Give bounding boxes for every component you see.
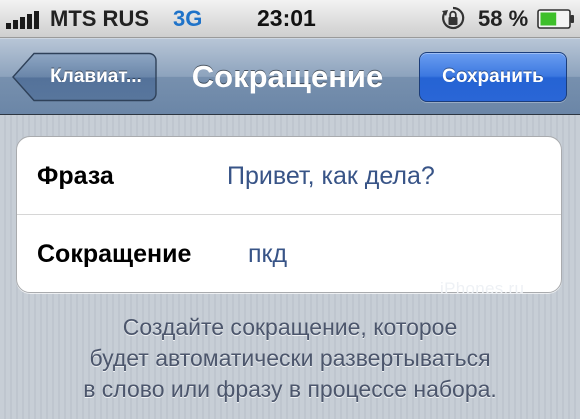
signal-icon: [6, 11, 39, 29]
phrase-label: Фраза: [37, 162, 114, 190]
shortcut-label: Сокращение: [37, 240, 192, 268]
back-button-label: Клавиат...: [50, 66, 142, 87]
watermark: iPhones.ru: [440, 279, 525, 298]
orientation-lock-icon: [442, 6, 465, 30]
back-button[interactable]: Клавиат...: [12, 52, 157, 102]
carrier-name: MTS RUS: [50, 6, 149, 31]
shortcut-field[interactable]: пкд: [248, 215, 287, 292]
battery-level-fill: [540, 12, 557, 26]
battery-icon: [537, 9, 574, 29]
network-type: 3G: [173, 6, 203, 31]
footer-description: Создайте сокращение, которое будет автом…: [20, 312, 560, 405]
status-bar: MTS RUS 3G 23:01 58 %: [0, 0, 580, 38]
shortcut-form: Фраза Привет, как дела? Сокращение пкд: [16, 136, 562, 293]
save-button[interactable]: Сохранить: [419, 52, 567, 102]
battery-percentage: 58 %: [478, 6, 529, 31]
phrase-field[interactable]: Привет, как дела?: [227, 137, 435, 215]
phrase-row[interactable]: Фраза Привет, как дела?: [17, 137, 561, 215]
footer-line: Создайте сокращение, которое: [122, 314, 458, 340]
clock: 23:01: [257, 5, 316, 31]
navigation-bar: Клавиат... Сокращение Сохранить: [0, 38, 580, 115]
page-title: Сокращение: [191, 59, 384, 94]
footer-line: в слово или фразу в процессе набора.: [83, 376, 497, 402]
footer-line: будет автоматически развертываться: [89, 345, 491, 371]
